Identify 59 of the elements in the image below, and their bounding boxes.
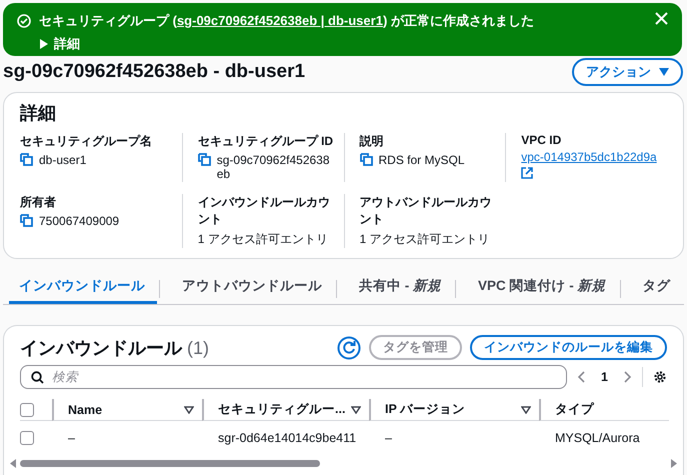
security-group-link[interactable]: sg-09c70962f452638eb | db-user1 (176, 13, 383, 28)
rule-count: (1) (187, 338, 210, 358)
select-all-checkbox[interactable] (20, 402, 34, 416)
copy-icon[interactable] (198, 153, 211, 166)
sort-icon[interactable] (351, 406, 361, 414)
details-heading: 詳細 (20, 102, 57, 125)
scroll-left-icon[interactable] (10, 459, 16, 468)
next-page-icon[interactable] (624, 371, 632, 383)
details-toggle[interactable]: 詳細 (39, 35, 80, 53)
refresh-icon[interactable] (337, 336, 361, 360)
table-cell: MYSQL/Aurora (555, 431, 640, 445)
column-header[interactable]: IP バージョン (385, 401, 466, 418)
field-label: 所有者 (20, 194, 57, 211)
sort-icon[interactable] (184, 406, 194, 414)
edit-rules-button[interactable]: インバウンドのルールを編集 (470, 335, 667, 360)
copy-icon[interactable] (360, 153, 372, 166)
search-icon (31, 370, 44, 384)
field-value: 750067409009 (39, 214, 120, 228)
field-label: インバウンドルールカウント (198, 194, 331, 228)
caret-icon (659, 68, 669, 76)
field-value: sg-09c70962f452638eb (216, 153, 331, 181)
previous-page-icon[interactable] (577, 371, 586, 383)
search-field[interactable]: 検索 (20, 365, 568, 389)
copy-icon[interactable] (20, 153, 33, 166)
tab[interactable]: アウトバウンドルール (172, 273, 334, 304)
scroll-right-icon[interactable] (671, 459, 677, 468)
copy-icon[interactable] (20, 214, 33, 227)
actions-button[interactable]: アクション (572, 58, 683, 86)
column-header[interactable]: Name (68, 402, 102, 416)
page-number[interactable]: 1 (601, 370, 608, 384)
page-title: sg-09c70962f452638eb - db-user1 (3, 61, 306, 83)
tab[interactable]: VPC 関連付け - 新規 (468, 273, 618, 304)
field-value: 1 アクセス許可エントリ (198, 231, 329, 248)
table-cell: – (68, 431, 75, 445)
external-link-icon[interactable] (521, 167, 534, 179)
field-label: アウトバンドルールカウント (360, 194, 492, 228)
field-label: 説明 (360, 133, 384, 150)
settings-icon[interactable] (653, 370, 667, 384)
scrollbar-thumb[interactable] (20, 460, 320, 467)
tab[interactable]: 共有中 - 新規 (349, 273, 453, 304)
close-icon[interactable] (655, 12, 668, 25)
field-value: 1 アクセス許可エントリ (360, 231, 491, 248)
table-cell: – (385, 431, 392, 445)
success-message: セキュリティグループ (sg-09c70962f452638eb | db-user1) が正常に作成されました (39, 12, 534, 30)
field-value: db-user1 (39, 153, 86, 167)
table-cell: sgr-0d64e14014c9be411 (218, 431, 356, 445)
column-header[interactable]: タイプ (555, 401, 594, 418)
field-label: セキュリティグループ名 (20, 133, 153, 150)
tab[interactable]: タグ (632, 273, 683, 304)
field-value: RDS for MySQL (378, 153, 465, 167)
sort-icon[interactable] (521, 406, 531, 414)
column-header[interactable]: セキュリティグルー... (218, 401, 346, 418)
field-label: セキュリティグループ ID (198, 133, 334, 150)
field-label: VPC ID (521, 133, 562, 147)
vpc-link[interactable]: vpc-014937b5dc1b22d9a (521, 150, 657, 164)
tab[interactable]: インバウンドルール (9, 273, 157, 304)
row-checkbox[interactable] (20, 431, 34, 445)
success-icon (17, 14, 31, 28)
table-title: インバウンドルール (20, 338, 182, 358)
